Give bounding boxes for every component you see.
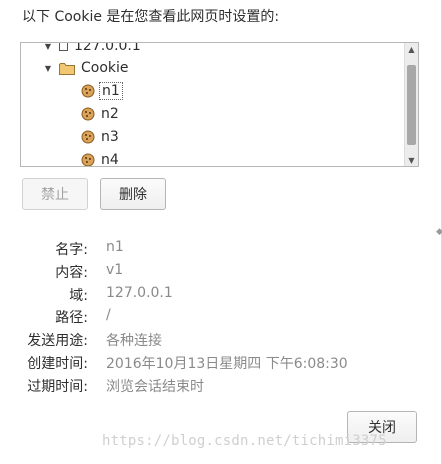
detail-row-created: 创建时间: 2016年10月13日星期四 下午6:08:30 — [0, 353, 441, 373]
block-button[interactable]: 禁止 — [22, 178, 88, 210]
tree-row-cookie[interactable]: n2 — [81, 103, 119, 125]
tree-row-folder[interactable]: ▼ Cookie — [43, 57, 129, 79]
cookie-icon — [81, 84, 95, 98]
detail-value: 浏览会话结束时 — [106, 379, 204, 395]
detail-value: 2016年10月13日星期四 下午6:08:30 — [106, 356, 348, 372]
host-label: 127.0.0.1 — [74, 43, 141, 54]
triangle-down-icon[interactable]: ▼ — [43, 63, 53, 73]
tree-row-host[interactable]: ▼ 127.0.0.1 — [43, 43, 141, 57]
cookie-icon — [81, 130, 95, 144]
dialog-heading: 以下 Cookie 是在您查看此网页时设置的: — [22, 9, 280, 25]
triangle-down-icon[interactable]: ▼ — [43, 43, 53, 51]
cookie-label: n4 — [101, 152, 119, 166]
detail-key: 过期时间: — [27, 379, 88, 395]
detail-row-content: 内容: v1 — [0, 262, 441, 282]
detail-key: 名字: — [55, 242, 88, 258]
scroll-up-icon[interactable]: ▲ — [405, 43, 418, 55]
detail-key: 内容: — [55, 265, 88, 281]
cookie-tree[interactable]: ▼ 127.0.0.1 ▼ Cookie n1 n2 n3 n4 ▲ ▼ — [20, 42, 419, 167]
cookie-icon — [81, 153, 95, 166]
cookie-dialog: 以下 Cookie 是在您查看此网页时设置的: ▼ 127.0.0.1 ▼ Co… — [0, 0, 442, 464]
watermark-text: https://blog.csdn.net/tichimi3375 — [102, 433, 387, 449]
host-checkbox[interactable] — [59, 43, 68, 51]
cookie-label: n1 — [99, 82, 123, 100]
detail-row-path: 路径: / — [0, 307, 441, 327]
resize-handle-icon[interactable]: ◆ — [436, 227, 442, 237]
tree-row-cookie[interactable]: n1 — [81, 80, 123, 102]
cookie-label: n2 — [101, 106, 119, 122]
detail-key: 路径: — [55, 310, 88, 326]
delete-button[interactable]: 删除 — [100, 178, 166, 210]
detail-value: 各种连接 — [106, 333, 162, 349]
detail-row-send-for: 发送用途: 各种连接 — [0, 330, 441, 350]
detail-key: 域: — [69, 288, 88, 304]
detail-row-expires: 过期时间: 浏览会话结束时 — [0, 376, 441, 396]
cookie-tree-content: ▼ 127.0.0.1 ▼ Cookie n1 n2 n3 n4 — [21, 43, 405, 166]
detail-value: v1 — [106, 262, 124, 278]
detail-key: 发送用途: — [27, 333, 88, 349]
detail-row-name: 名字: n1 — [0, 239, 441, 259]
detail-key: 创建时间: — [27, 356, 88, 372]
detail-value: 127.0.0.1 — [106, 285, 173, 301]
detail-value: / — [106, 307, 111, 323]
detail-value: n1 — [106, 239, 124, 255]
folder-icon — [59, 62, 75, 75]
detail-row-domain: 域: 127.0.0.1 — [0, 285, 441, 305]
folder-label: Cookie — [81, 60, 129, 76]
tree-row-cookie[interactable]: n3 — [81, 126, 119, 148]
scrollbar-thumb[interactable] — [407, 65, 416, 145]
cookie-icon — [81, 107, 95, 121]
tree-row-cookie[interactable]: n4 — [81, 149, 119, 166]
scroll-down-icon[interactable]: ▼ — [405, 154, 418, 166]
tree-scrollbar[interactable]: ▲ ▼ — [404, 43, 418, 166]
cookie-label: n3 — [101, 129, 119, 145]
